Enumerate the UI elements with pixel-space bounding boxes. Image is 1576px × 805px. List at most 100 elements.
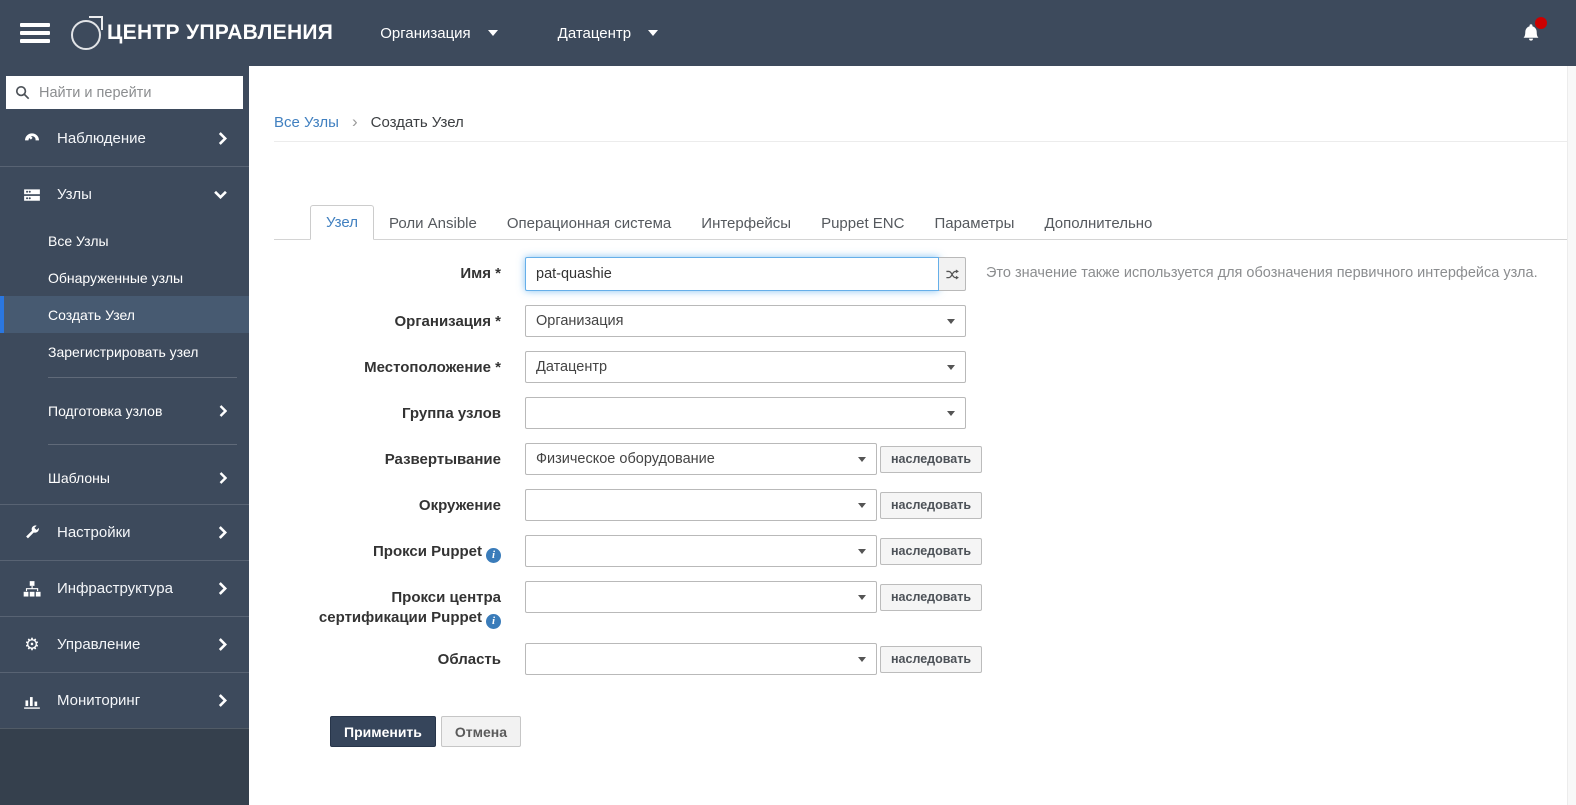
location-switcher[interactable]: Датацентр [557, 24, 659, 42]
sidebar-nodes-submenu: Все Узлы Обнаруженные узлы Создать Узел … [0, 222, 249, 504]
chevron-right-icon [218, 132, 227, 145]
sidebar-item-management[interactable]: ⚙ Управление [0, 617, 249, 672]
environment-inherit-button[interactable]: наследовать [880, 491, 983, 519]
chevron-down-icon [858, 456, 866, 462]
chevron-down-icon [858, 656, 866, 662]
organization-select-value: Организация [536, 313, 624, 329]
chevron-down-icon [947, 364, 955, 370]
random-name-shuffle-button[interactable] [939, 257, 966, 291]
notification-badge [1535, 17, 1547, 29]
chevron-down-icon [648, 30, 659, 36]
form-group-deploy: Развертывание Физическое оборудование на… [310, 443, 1567, 475]
sidebar-subitem-label: Все Узлы [48, 232, 109, 249]
scrollbar-track[interactable] [1567, 66, 1576, 805]
chevron-down-icon [858, 502, 866, 508]
deploy-inherit-button[interactable]: наследовать [880, 445, 983, 473]
chevron-right-icon [219, 472, 227, 484]
tab-additional[interactable]: Дополнительно [1029, 207, 1167, 240]
puppet-proxy-select[interactable] [525, 535, 877, 567]
gear-icon: ⚙ [24, 635, 40, 654]
menu-toggle-icon[interactable] [20, 19, 52, 47]
cancel-button[interactable]: Отмена [440, 716, 522, 747]
name-label: Имя * [460, 265, 501, 282]
search-input[interactable] [39, 84, 234, 101]
tab-operating-system[interactable]: Операционная система [492, 207, 686, 240]
deploy-label: Развертывание [384, 451, 501, 468]
location-label: Местоположение * [364, 359, 501, 376]
sidebar-item-monitoring[interactable]: Мониторинг [0, 673, 249, 728]
wrench-icon [22, 524, 42, 541]
sidebar-footer-area [0, 728, 249, 805]
chevron-down-icon [858, 548, 866, 554]
info-icon[interactable]: i [486, 614, 501, 629]
tab-puppet-enc[interactable]: Puppet ENC [806, 207, 919, 240]
top-navbar: ЦЕНТР УПРАВЛЕНИЯ Организация Датацентр [0, 0, 1576, 66]
breadcrumb-current: Создать Узел [370, 113, 464, 131]
tab-ansible-roles[interactable]: Роли Ansible [374, 207, 492, 240]
sidebar: Наблюдение Узлы Все Узлы [0, 66, 249, 805]
chevron-down-icon [487, 30, 498, 36]
puppet-ca-proxy-inherit-button[interactable]: наследовать [880, 583, 983, 611]
environment-label: Окружение [418, 497, 501, 514]
sitemap-icon [22, 580, 42, 598]
sidebar-subitem-provisioning[interactable]: Подготовка узлов [0, 385, 249, 437]
puppet-proxy-label: Прокси Puppet i [310, 535, 525, 563]
sidebar-subitem-create-node[interactable]: Создать Узел [0, 296, 249, 333]
gauge-icon [22, 130, 42, 148]
sidebar-subitem-templates[interactable]: Шаблоны [0, 452, 249, 504]
sidebar-item-settings[interactable]: Настройки [0, 505, 249, 560]
search-icon [15, 85, 30, 100]
sidebar-item-label: Мониторинг [57, 692, 141, 709]
info-icon[interactable]: i [486, 548, 501, 563]
sidebar-subitem-discovered-nodes[interactable]: Обнаруженные узлы [0, 259, 249, 296]
chevron-down-icon [858, 594, 866, 600]
chevron-right-icon [219, 405, 227, 417]
puppet-ca-proxy-label: Прокси центра сертификации Puppet i [310, 581, 525, 629]
puppet-proxy-label-text: Прокси Puppet [373, 543, 482, 560]
puppet-ca-proxy-label-text: Прокси центра сертификации Puppet [318, 589, 501, 626]
form-group-hostgroup: Группа узлов [310, 397, 1567, 429]
form-group-puppet-ca-proxy: Прокси центра сертификации Puppet i насле… [310, 581, 1567, 629]
form-group-location: Местоположение * Датацентр [310, 351, 1567, 383]
name-input[interactable] [525, 257, 939, 291]
sidebar-item-nodes[interactable]: Узлы [0, 167, 249, 222]
form-group-puppet-proxy: Прокси Puppet i наследовать [310, 535, 1567, 567]
name-help-text: Это значение также используется для обоз… [986, 265, 1538, 281]
environment-select[interactable] [525, 489, 877, 521]
create-host-form: Имя * Это значение также используется дл… [310, 257, 1567, 747]
organization-switcher-label: Организация [380, 24, 471, 42]
tab-interfaces[interactable]: Интерфейсы [686, 207, 806, 240]
sidebar-search [6, 76, 243, 109]
deploy-select[interactable]: Физическое оборудование [525, 443, 877, 475]
breadcrumb: Все Узлы › Создать Узел [274, 112, 1567, 142]
submit-button[interactable]: Применить [330, 716, 436, 747]
sidebar-menu: Наблюдение Узлы Все Узлы Обнаруженные уз… [0, 111, 249, 728]
hostgroup-select[interactable] [525, 397, 966, 429]
organization-select[interactable]: Организация [525, 305, 966, 337]
sidebar-subitem-register-node[interactable]: Зарегистрировать узел [0, 333, 249, 370]
chevron-down-icon [214, 190, 227, 199]
shuffle-icon [945, 269, 959, 279]
realm-select[interactable] [525, 643, 877, 675]
sidebar-item-infrastructure[interactable]: Инфраструктура [0, 561, 249, 616]
breadcrumb-link-all-nodes[interactable]: Все Узлы [274, 114, 339, 131]
app-root: ЦЕНТР УПРАВЛЕНИЯ Организация Датацентр Н… [0, 0, 1576, 805]
sidebar-subitem-label: Зарегистрировать узел [48, 343, 199, 360]
sidebar-subitem-all-nodes[interactable]: Все Узлы [0, 222, 249, 259]
notifications-bell-icon[interactable] [1520, 17, 1547, 45]
puppet-ca-proxy-select[interactable] [525, 581, 877, 613]
chevron-right-icon [218, 526, 227, 539]
sidebar-subitem-label: Подготовка узлов [48, 403, 163, 419]
puppet-proxy-inherit-button[interactable]: наследовать [880, 537, 983, 565]
tab-parameters[interactable]: Параметры [919, 207, 1029, 240]
sidebar-item-label: Узлы [57, 186, 92, 203]
tab-host[interactable]: Узел [310, 205, 374, 240]
location-select[interactable]: Датацентр [525, 351, 966, 383]
organization-switcher[interactable]: Организация [380, 24, 498, 42]
realm-inherit-button[interactable]: наследовать [880, 645, 983, 673]
form-group-environment: Окружение наследовать [310, 489, 1567, 521]
sidebar-item-observe[interactable]: Наблюдение [0, 111, 249, 166]
bar-chart-icon [22, 692, 42, 710]
organization-label: Организация * [394, 313, 501, 330]
location-switcher-label: Датацентр [557, 24, 632, 42]
